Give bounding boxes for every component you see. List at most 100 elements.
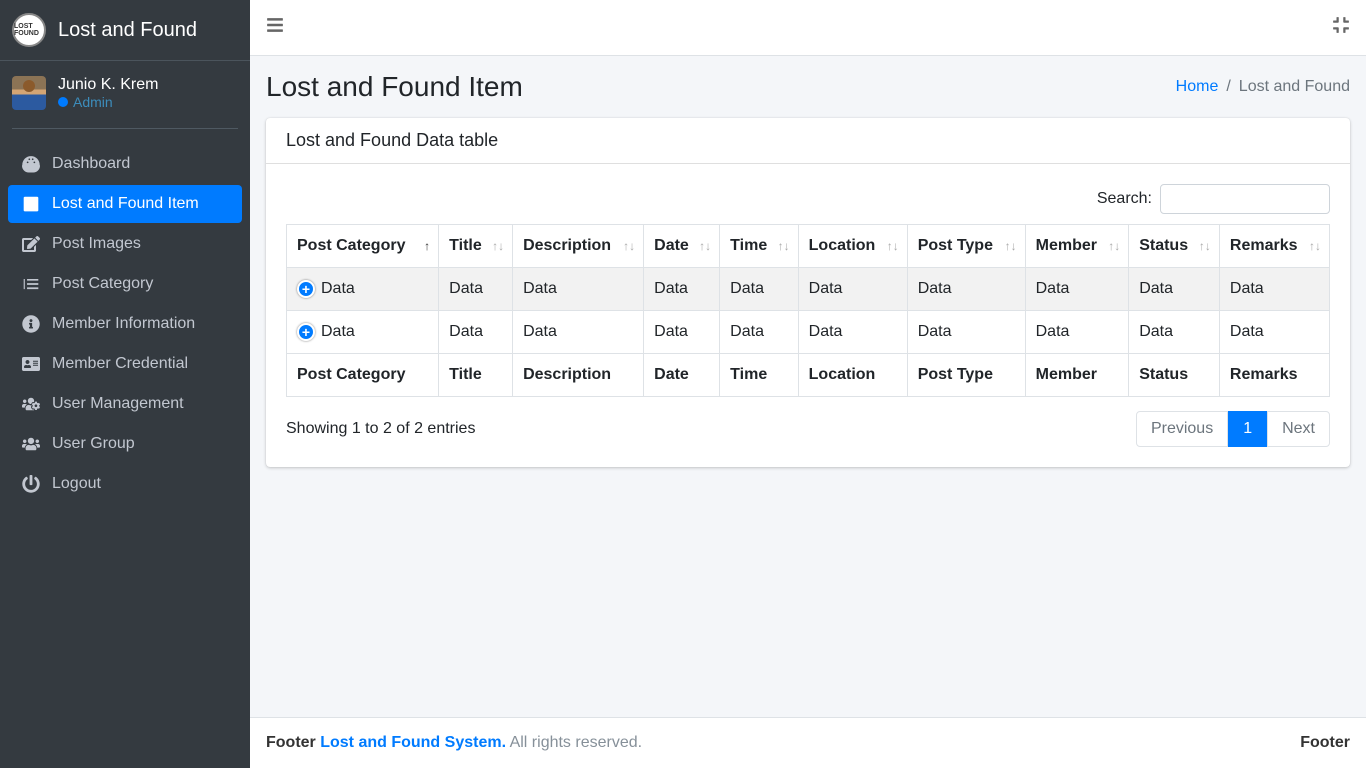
sidebar-item-lost-found[interactable]: Lost and Found Item	[8, 185, 242, 223]
sidebar: LOST FOUND Lost and Found Junio K. Krem …	[0, 0, 250, 768]
table-cell: Data	[439, 268, 513, 311]
table-cell: Data	[1129, 268, 1220, 311]
brand[interactable]: LOST FOUND Lost and Found	[0, 0, 250, 61]
column-header[interactable]: Date↑↓	[644, 225, 720, 268]
sidebar-item-label: Post Category	[52, 275, 153, 293]
sort-icon: ↑↓	[887, 240, 899, 252]
topbar	[250, 0, 1366, 56]
table-cell: Data	[1219, 268, 1329, 311]
column-header[interactable]: Status↑↓	[1129, 225, 1220, 268]
table-cell: Data	[720, 268, 798, 311]
column-footer: Time	[720, 354, 798, 397]
user-name: Junio K. Krem	[58, 76, 158, 94]
compress-icon[interactable]	[1332, 16, 1350, 39]
sidebar-item-logout[interactable]: Logout	[8, 465, 242, 503]
column-header[interactable]: Title↑↓	[439, 225, 513, 268]
brand-text: Lost and Found	[58, 19, 197, 42]
column-header[interactable]: Time↑↓	[720, 225, 798, 268]
column-footer: Description	[513, 354, 644, 397]
table-cell: Data	[1219, 311, 1329, 354]
sidebar-item-member-info[interactable]: Member Information	[8, 305, 242, 343]
table-cell: Data	[644, 268, 720, 311]
column-header[interactable]: Remarks↑↓	[1219, 225, 1329, 268]
hamburger-icon[interactable]	[266, 16, 284, 39]
list-ol-icon	[20, 275, 42, 293]
table-cell: Data	[798, 268, 907, 311]
column-footer: Post Category	[287, 354, 439, 397]
sort-icon: ↑↓	[778, 240, 790, 252]
sidebar-item-label: User Group	[52, 435, 135, 453]
column-footer: Member	[1025, 354, 1129, 397]
search-label: Search:	[1097, 190, 1152, 208]
power-icon	[20, 475, 42, 493]
page-previous[interactable]: Previous	[1136, 411, 1228, 447]
content-header: Lost and Found Item Home Lost and Found	[250, 56, 1366, 118]
column-footer: Post Type	[907, 354, 1025, 397]
info-icon	[20, 315, 42, 333]
expand-icon[interactable]: +	[297, 280, 315, 298]
sort-icon: ↑↓	[492, 240, 504, 252]
table-cell: Data	[644, 311, 720, 354]
card-title: Lost and Found Data table	[266, 118, 1350, 164]
column-footer: Title	[439, 354, 513, 397]
brand-logo: LOST FOUND	[12, 13, 46, 47]
sidebar-item-label: Lost and Found Item	[52, 195, 199, 213]
sort-icon: ↑↓	[1199, 240, 1211, 252]
table-cell: Data	[1025, 311, 1129, 354]
breadcrumb-current: Lost and Found	[1218, 78, 1350, 96]
column-header[interactable]: Description↑↓	[513, 225, 644, 268]
column-header[interactable]: Member↑↓	[1025, 225, 1129, 268]
sidebar-item-dashboard[interactable]: Dashboard	[8, 145, 242, 183]
table-cell: Data	[1025, 268, 1129, 311]
search-wrapper: Search:	[1097, 184, 1330, 214]
table-cell: Data	[513, 311, 644, 354]
table-cell: +Data	[287, 311, 439, 354]
users-icon	[20, 435, 42, 453]
edit-icon	[20, 235, 42, 253]
column-footer: Remarks	[1219, 354, 1329, 397]
sidebar-item-member-credential[interactable]: Member Credential	[8, 345, 242, 383]
footer: Footer Lost and Found System. All rights…	[250, 717, 1366, 768]
card: Lost and Found Data table Search: Post C…	[266, 118, 1350, 467]
column-header[interactable]: Location↑↓	[798, 225, 907, 268]
main: Lost and Found Item Home Lost and Found …	[250, 0, 1366, 768]
breadcrumb: Home Lost and Found	[1176, 78, 1350, 96]
page-title: Lost and Found Item	[266, 71, 523, 103]
sidebar-item-label: Dashboard	[52, 155, 130, 173]
column-footer: Location	[798, 354, 907, 397]
table-row: +DataDataDataDataDataDataDataDataDataDat…	[287, 311, 1330, 354]
search-input[interactable]	[1160, 184, 1330, 214]
sidebar-item-post-category[interactable]: Post Category	[8, 265, 242, 303]
column-header[interactable]: Post Type↑↓	[907, 225, 1025, 268]
sidebar-item-label: User Management	[52, 395, 184, 413]
table-cell: +Data	[287, 268, 439, 311]
avatar	[12, 76, 46, 110]
column-footer: Status	[1129, 354, 1220, 397]
sort-icon: ↑↓	[1309, 240, 1321, 252]
column-footer: Date	[644, 354, 720, 397]
table-info: Showing 1 to 2 of 2 entries	[286, 420, 475, 438]
sort-icon: ↑↓	[699, 240, 711, 252]
expand-icon[interactable]: +	[297, 323, 315, 341]
data-table: Post Category↑Title↑↓Description↑↓Date↑↓…	[286, 224, 1330, 397]
table-row: +DataDataDataDataDataDataDataDataDataDat…	[287, 268, 1330, 311]
id-card-icon	[20, 355, 42, 373]
sidebar-item-user-group[interactable]: User Group	[8, 425, 242, 463]
sidebar-item-user-management[interactable]: User Management	[8, 385, 242, 423]
page-1[interactable]: 1	[1228, 411, 1267, 447]
footer-left: Footer Lost and Found System. All rights…	[266, 734, 642, 752]
users-cog-icon	[20, 395, 42, 413]
table-cell: Data	[439, 311, 513, 354]
column-header[interactable]: Post Category↑	[287, 225, 439, 268]
pagination: Previous 1 Next	[1136, 411, 1330, 447]
sidebar-item-label: Member Information	[52, 315, 195, 333]
list-icon	[20, 195, 42, 213]
sidebar-item-label: Post Images	[52, 235, 141, 253]
table-cell: Data	[798, 311, 907, 354]
sidebar-item-post-images[interactable]: Post Images	[8, 225, 242, 263]
breadcrumb-home[interactable]: Home	[1176, 78, 1219, 95]
sort-icon: ↑↓	[1005, 240, 1017, 252]
table-cell: Data	[720, 311, 798, 354]
footer-link[interactable]: Lost and Found System.	[320, 734, 506, 751]
page-next[interactable]: Next	[1267, 411, 1330, 447]
